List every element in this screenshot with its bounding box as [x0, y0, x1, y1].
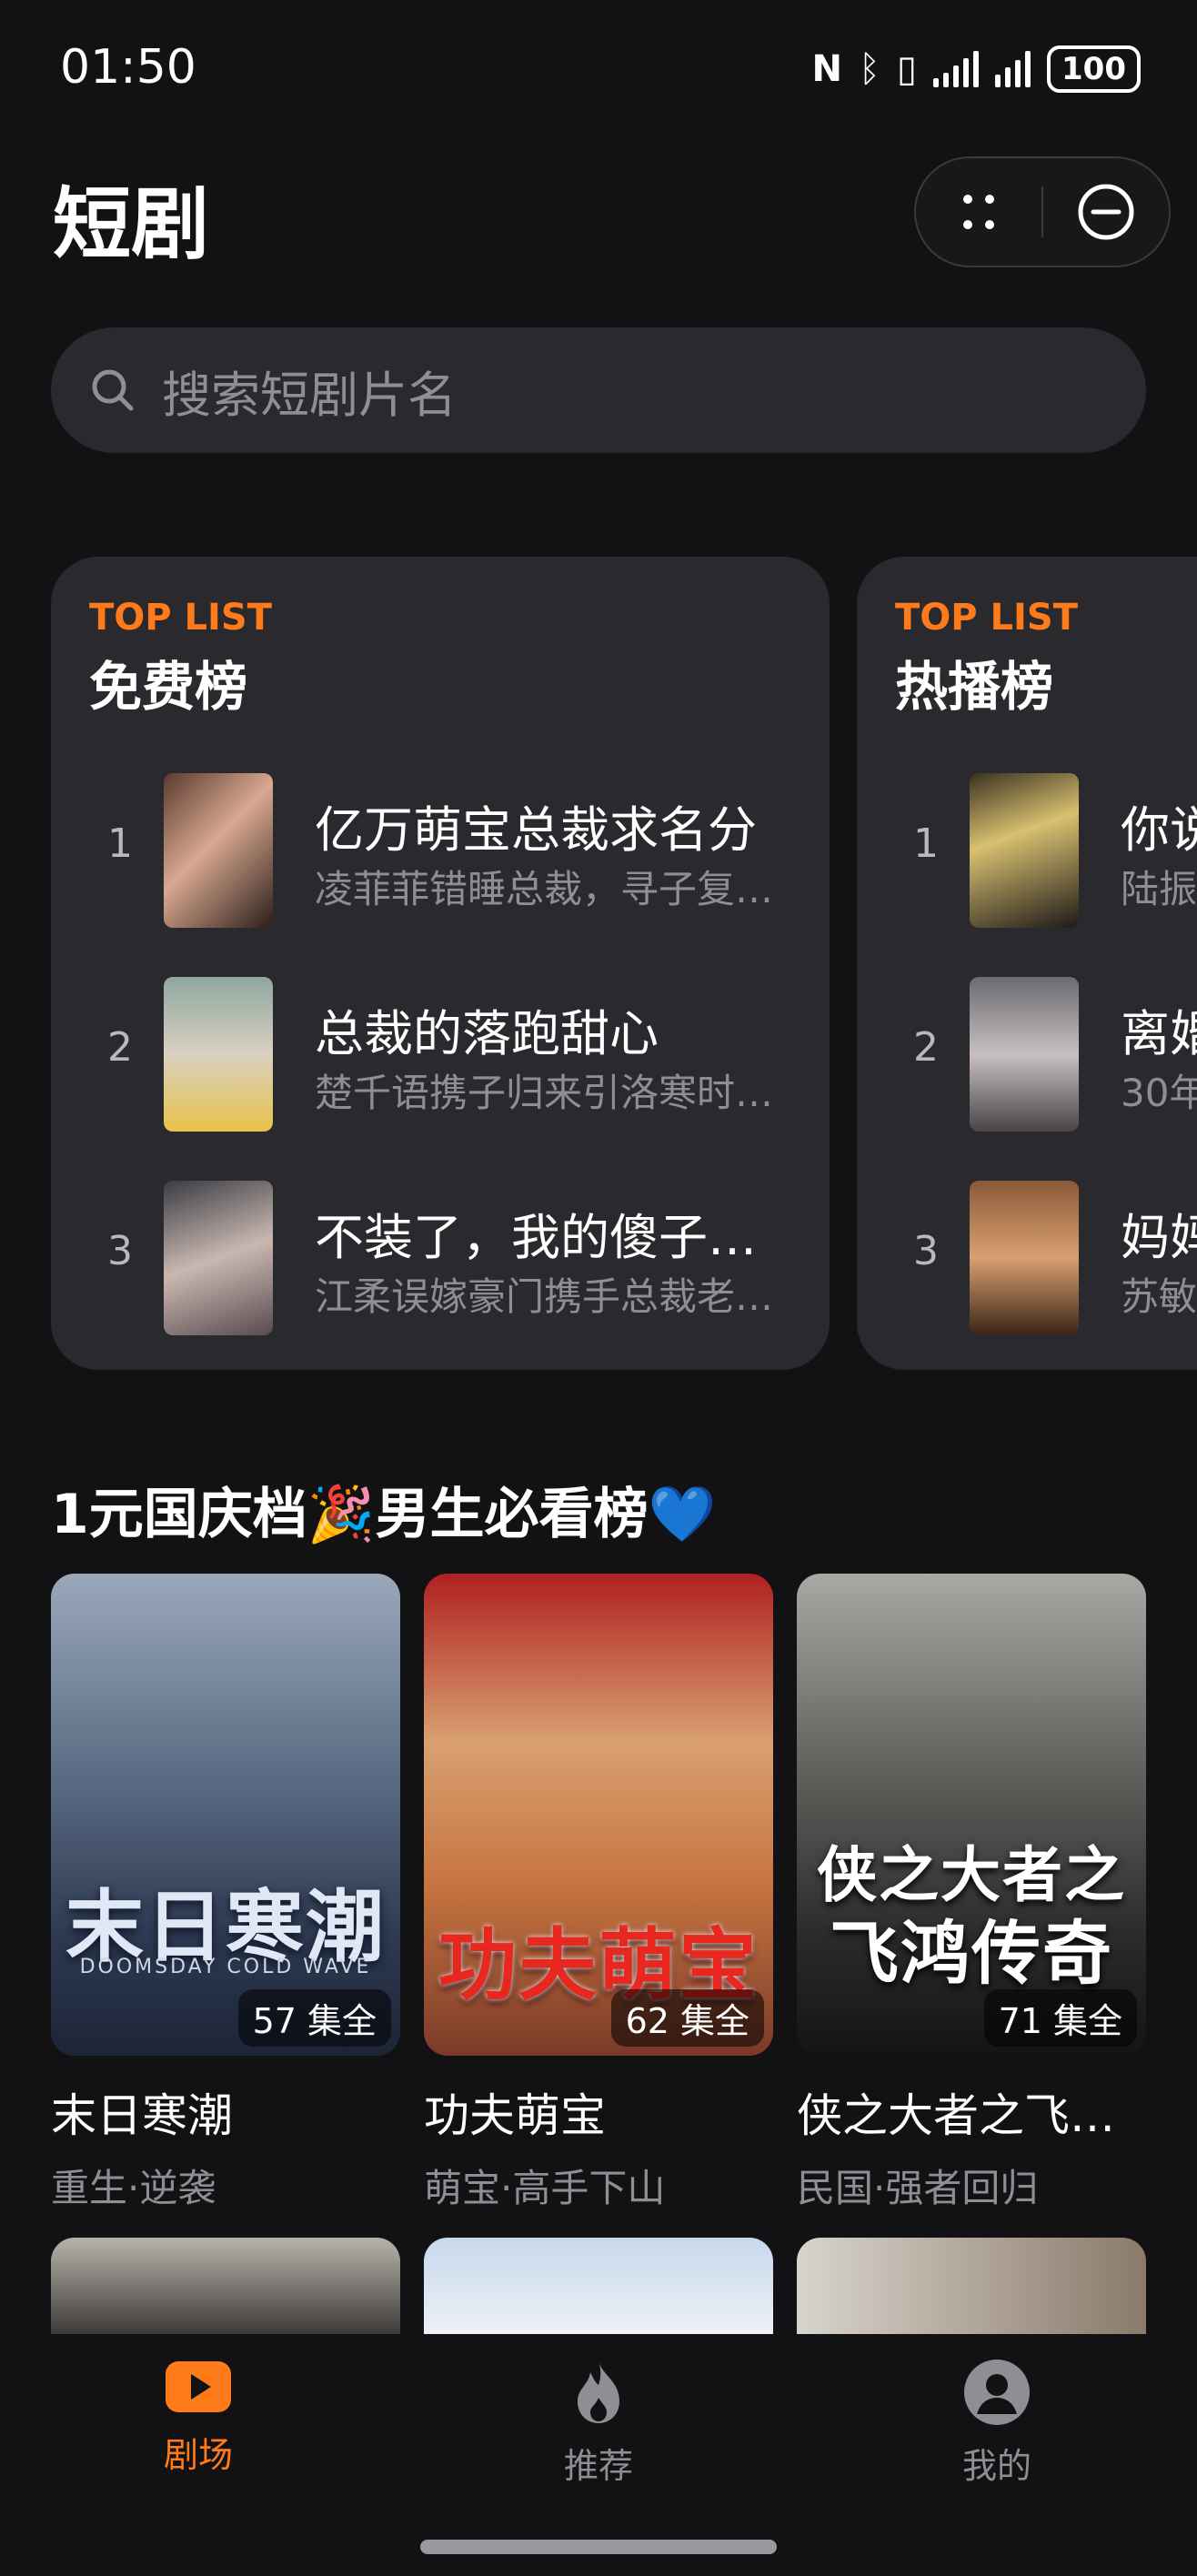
- drama-cover: 侠之大者之 飞鸿传奇 71 集全: [797, 1574, 1146, 2056]
- rank-item-desc: 苏敏: [1121, 1274, 1197, 1319]
- mini-program-capsule: [914, 156, 1171, 267]
- close-button[interactable]: [1043, 158, 1169, 266]
- drama-tags: 萌宝·高手下山: [424, 2166, 666, 2210]
- drama-cover: 末日寒潮 DOOMSDAY COLD WAVE 57 集全: [51, 1574, 400, 2056]
- rank-cover: [164, 773, 273, 928]
- rank-title: 热播榜: [895, 656, 1054, 718]
- drama-card[interactable]: [424, 2238, 773, 2338]
- rank-item-desc: 楚千语携子归来引洛寒时…: [315, 1071, 774, 1115]
- cover-subtitle: DOOMSDAY COLD WAVE: [79, 1956, 372, 1978]
- episode-badge: 57 集全: [237, 1989, 391, 2047]
- drama-title: 功夫萌宝: [424, 2089, 606, 2142]
- drama-title: 末日寒潮: [51, 2089, 233, 2142]
- minus-circle-icon: [1078, 184, 1134, 240]
- drama-card[interactable]: [51, 2238, 400, 2338]
- nav-label: 我的: [961, 2446, 1031, 2486]
- rank-number: 1: [107, 820, 133, 867]
- nav-label: 剧场: [163, 2435, 233, 2475]
- drama-card[interactable]: [797, 2238, 1146, 2338]
- signal-icon: [933, 51, 980, 87]
- rank-item-desc: 江柔误嫁豪门携手总裁老…: [315, 1274, 774, 1319]
- drama-card[interactable]: 末日寒潮 DOOMSDAY COLD WAVE 57 集全 末日寒潮 重生·逆袭: [51, 1574, 400, 2213]
- drama-title: 侠之大者之飞…: [797, 2089, 1115, 2142]
- rank-item[interactable]: 1 亿万萌宝总裁求名分 凌菲菲错睡总裁，寻子复…: [51, 773, 830, 928]
- rank-item-desc: 30年: [1121, 1071, 1197, 1115]
- status-time: 01:50: [60, 40, 196, 95]
- nav-label: 推荐: [563, 2446, 633, 2486]
- rank-item-title: 离婚: [1121, 1005, 1197, 1062]
- rank-item-title: 总裁的落跑甜心: [315, 1005, 659, 1062]
- rank-item[interactable]: 2 离婚 30年: [857, 977, 1197, 1132]
- cover-title: 飞鸿传奇: [830, 1913, 1113, 1994]
- rank-title: 免费榜: [89, 656, 248, 718]
- bluetooth-icon: ᛒ: [859, 48, 880, 90]
- signal-icon: [995, 51, 1031, 87]
- flame-icon: [578, 2361, 619, 2423]
- rank-card-free[interactable]: TOP LIST 免费榜 1 亿万萌宝总裁求名分 凌菲菲错睡总裁，寻子复… 2 …: [51, 557, 830, 1370]
- rank-item-title: 你说: [1121, 801, 1197, 859]
- rank-number: 2: [913, 1024, 939, 1071]
- rank-cover: [970, 1181, 1079, 1335]
- rank-item-desc: 陆振: [1121, 867, 1197, 911]
- rank-number: 2: [107, 1024, 133, 1071]
- rank-number: 1: [913, 820, 939, 867]
- page-title: 短剧: [53, 179, 209, 270]
- rank-item[interactable]: 2 总裁的落跑甜心 楚千语携子归来引洛寒时…: [51, 977, 830, 1132]
- more-button[interactable]: [916, 158, 1041, 266]
- drama-card[interactable]: 功夫萌宝 62 集全 功夫萌宝 萌宝·高手下山: [424, 1574, 773, 2213]
- rank-cover: [970, 773, 1079, 928]
- search-placeholder: 搜索短剧片名: [162, 366, 457, 424]
- rank-cover: [164, 977, 273, 1132]
- nfc-icon: N: [811, 48, 842, 90]
- home-indicator[interactable]: [420, 2540, 777, 2554]
- battery-indicator: 100: [1047, 45, 1141, 93]
- section-title: 1元国庆档🎉男生必看榜💙: [51, 1483, 717, 1546]
- rank-item-title: 妈妈: [1121, 1209, 1197, 1266]
- rank-item-desc: 凌菲菲错睡总裁，寻子复…: [315, 867, 774, 911]
- play-icon: [166, 2361, 231, 2412]
- search-icon: [92, 369, 134, 411]
- nav-recommend[interactable]: 推荐: [489, 2358, 708, 2488]
- rank-number: 3: [107, 1228, 133, 1274]
- nav-theater[interactable]: 剧场: [89, 2358, 307, 2477]
- rank-number: 3: [913, 1228, 939, 1274]
- drama-card[interactable]: 侠之大者之 飞鸿传奇 71 集全 侠之大者之飞… 民国·强者回归: [797, 1574, 1146, 2213]
- dots-icon: [963, 195, 994, 229]
- drama-cover: 功夫萌宝 62 集全: [424, 1574, 773, 2056]
- nav-profile[interactable]: 我的: [888, 2358, 1106, 2488]
- episode-badge: 71 集全: [983, 1989, 1137, 2047]
- rank-item[interactable]: 1 你说 陆振: [857, 773, 1197, 928]
- search-input[interactable]: 搜索短剧片名: [51, 327, 1146, 453]
- status-icons: N ᛒ ▯ 100: [812, 45, 1141, 93]
- vibrate-icon: ▯: [897, 48, 918, 90]
- rank-card-hot[interactable]: TOP LIST 热播榜 1 你说 陆振 2 离婚 30年 3 妈妈 苏敏: [857, 557, 1197, 1370]
- rank-tag: TOP LIST: [89, 597, 272, 639]
- drama-tags: 民国·强者回归: [797, 2166, 1039, 2210]
- episode-badge: 62 集全: [610, 1989, 764, 2047]
- rank-item[interactable]: 3 不装了，我的傻子… 江柔误嫁豪门携手总裁老…: [51, 1181, 830, 1335]
- rank-item-title: 亿万萌宝总裁求名分: [315, 801, 757, 859]
- rank-item[interactable]: 3 妈妈 苏敏: [857, 1181, 1197, 1335]
- rank-cover: [164, 1181, 273, 1335]
- rank-cover: [970, 977, 1079, 1132]
- rank-tag: TOP LIST: [895, 597, 1078, 639]
- rank-item-title: 不装了，我的傻子…: [315, 1209, 757, 1266]
- user-icon: [964, 2360, 1030, 2425]
- drama-tags: 重生·逆袭: [51, 2166, 216, 2210]
